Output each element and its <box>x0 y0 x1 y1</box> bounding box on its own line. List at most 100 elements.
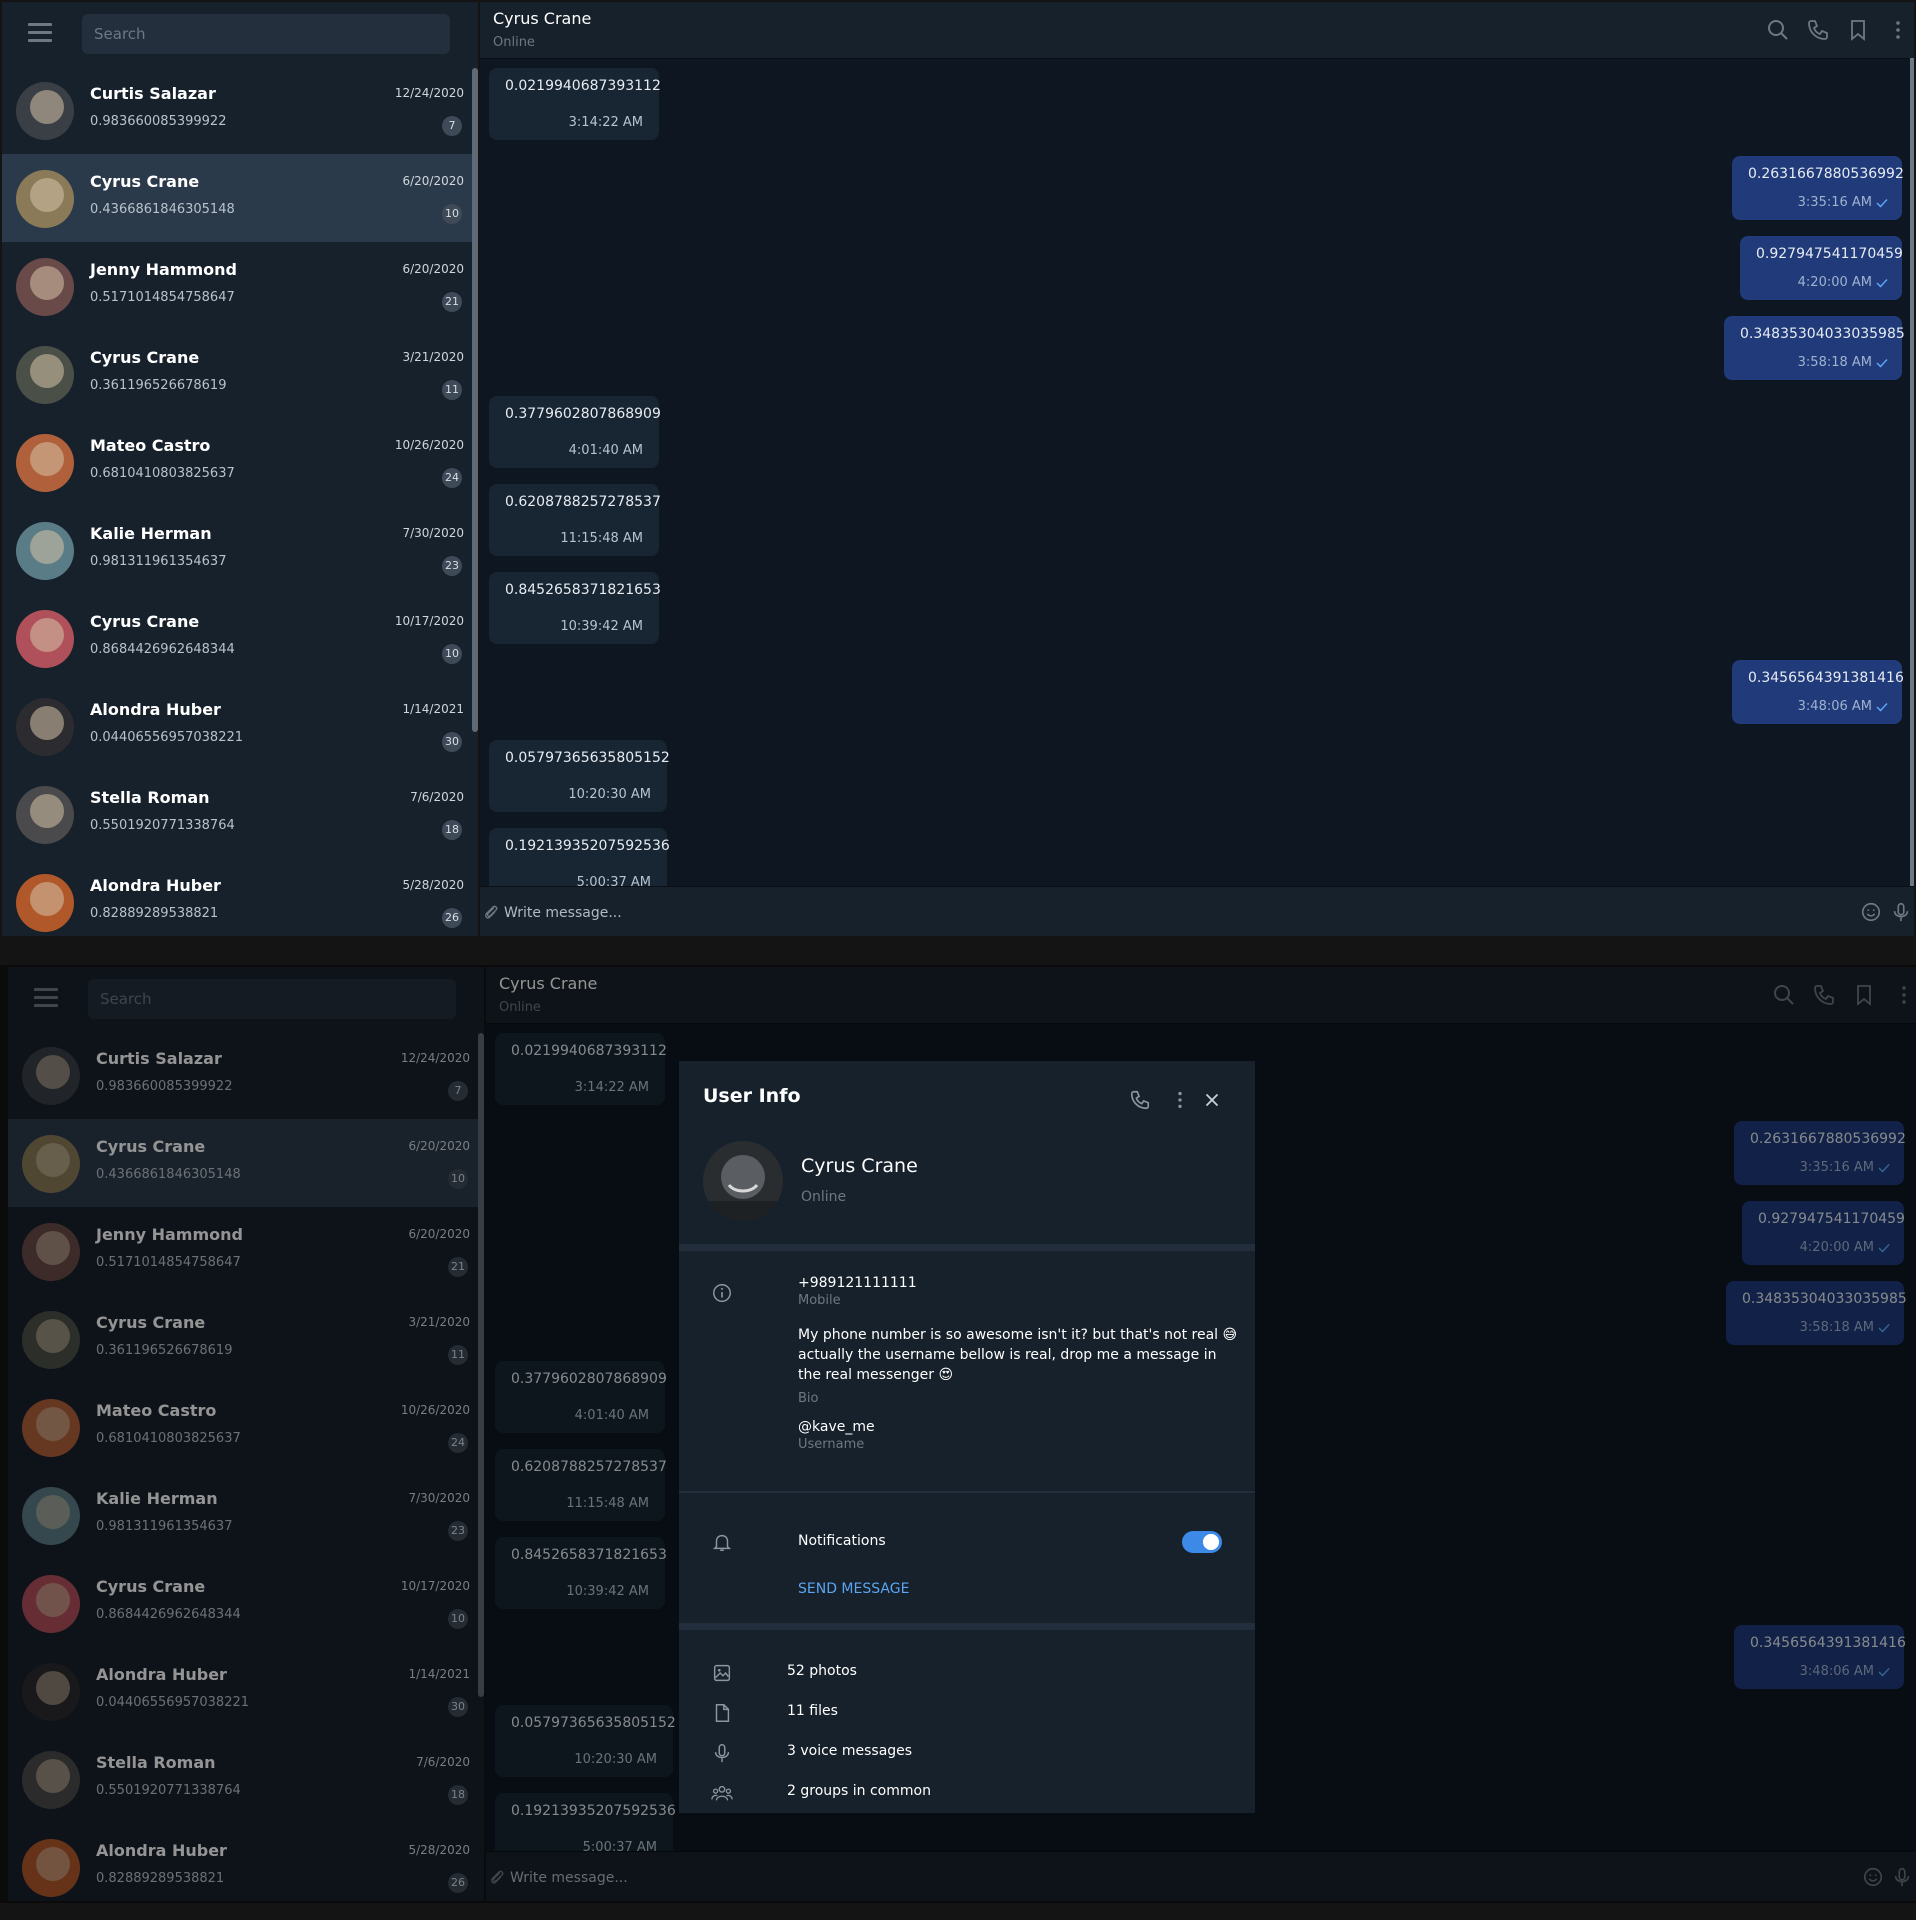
unread-badge: 30 <box>442 732 462 752</box>
incoming-message[interactable]: 0.3779602807868909 4:01:40 AM <box>489 396 661 468</box>
notifications-toggle[interactable] <box>1182 1531 1222 1553</box>
message-time: 4:01:40 AM <box>568 443 643 458</box>
avatar <box>16 170 74 228</box>
outgoing-message[interactable]: 0.2631667880536992 3:35:16 AM <box>1732 156 1904 220</box>
message-text: 0.3779602807868909 <box>505 406 661 422</box>
chat-name: Alondra Huber <box>90 876 221 895</box>
chat-name: Curtis Salazar <box>90 84 216 103</box>
chat-name: Alondra Huber <box>90 700 221 719</box>
emoji-icon[interactable] <box>1860 901 1882 923</box>
chat-last-message: 0.981311961354637 <box>90 554 227 569</box>
chat-list-item[interactable]: Alondra Huber 0.04406556957038221 1/14/202… <box>2 682 472 770</box>
media-groups[interactable]: 2 groups in common <box>787 1783 931 1799</box>
more-vertical-icon[interactable] <box>1169 1089 1191 1111</box>
incoming-message[interactable]: 0.6208788257278537 11:15:48 AM <box>489 484 661 556</box>
chat-name: Jenny Hammond <box>90 260 237 279</box>
message-text: 0.8452658371821653 <box>505 582 661 598</box>
chat-list-item[interactable]: Cyrus Crane 0.8684426962648344 10/17/2020 1… <box>2 594 472 682</box>
photo-icon <box>713 1664 731 1682</box>
unread-badge: 10 <box>442 204 462 224</box>
divider <box>679 1491 1255 1493</box>
message-time: 10:20:30 AM <box>568 787 651 802</box>
avatar <box>16 522 74 580</box>
chat-list-item[interactable]: Alondra Huber 0.82889289538821 5/28/2020 26 <box>2 858 472 936</box>
chat-list-item[interactable]: Kalie Herman 0.981311961354637 7/30/2020 23 <box>2 506 472 594</box>
chat-name: Cyrus Crane <box>90 348 200 367</box>
incoming-message[interactable]: 0.05797365635805152 10:20:30 AM <box>489 740 670 812</box>
media-photos[interactable]: 52 photos <box>787 1663 857 1679</box>
divider <box>679 1623 1255 1630</box>
search-input[interactable] <box>82 14 450 54</box>
chat-list-item[interactable]: Mateo Castro 0.6810410803825637 10/26/2020… <box>2 418 472 506</box>
chat-date: 6/20/2020 <box>402 262 464 276</box>
media-files[interactable]: 11 files <box>787 1703 838 1719</box>
chat-list-item[interactable]: Curtis Salazar 0.983660085399922 12/24/202… <box>2 66 472 154</box>
microphone-icon[interactable] <box>1890 901 1912 923</box>
chat-date: 10/26/2020 <box>394 438 464 452</box>
message-text: 0.3456564391381416 <box>1748 670 1904 686</box>
attach-icon[interactable] <box>482 903 500 921</box>
user-name: Cyrus Crane <box>801 1155 918 1177</box>
chat-name: Stella Roman <box>90 788 210 807</box>
chat-list-item[interactable]: Jenny Hammond 0.5171014854758647 6/20/2020… <box>2 242 472 330</box>
media-voice[interactable]: 3 voice messages <box>787 1743 912 1759</box>
close-icon[interactable] <box>1201 1089 1223 1111</box>
avatar <box>16 82 74 140</box>
message-time: 11:15:48 AM <box>560 531 643 546</box>
screen-user-info: Curtis Salazar0.98366008539992212/24/202… <box>0 965 1916 1903</box>
phone-icon[interactable] <box>1806 18 1830 42</box>
dialog-title: User Info <box>703 1085 801 1107</box>
menu-icon[interactable] <box>28 23 52 43</box>
messages-scrollbar[interactable] <box>1910 58 1914 888</box>
conversation-status: Online <box>493 35 535 50</box>
phone-number[interactable]: +989121111111 <box>798 1273 917 1293</box>
avatar[interactable] <box>703 1141 783 1221</box>
unread-badge: 10 <box>442 644 462 664</box>
incoming-message[interactable]: 0.0219940687393112 3:14:22 AM <box>489 68 661 140</box>
phone-icon[interactable] <box>1129 1089 1151 1111</box>
message-time: 3:14:22 AM <box>568 115 643 130</box>
check-icon <box>1876 278 1888 288</box>
outgoing-message[interactable]: 0.927947541170459 4:20:00 AM <box>1740 236 1903 300</box>
more-vertical-icon[interactable] <box>1886 18 1910 42</box>
unread-badge: 11 <box>442 380 462 400</box>
avatar <box>16 698 74 756</box>
chat-last-message: 0.82889289538821 <box>90 906 219 921</box>
chat-date: 7/6/2020 <box>410 790 464 804</box>
sidebar-scrollbar[interactable] <box>472 68 478 732</box>
message-text: 0.34835304033035985 <box>1740 326 1905 342</box>
chat-date: 6/20/2020 <box>402 174 464 188</box>
unread-badge: 23 <box>442 556 462 576</box>
message-time: 10:39:42 AM <box>560 619 643 634</box>
message-text: 0.927947541170459 <box>1756 246 1903 262</box>
search-icon[interactable] <box>1766 18 1790 42</box>
chat-list-item[interactable]: Stella Roman 0.5501920771338764 7/6/2020 18 <box>2 770 472 858</box>
send-message-button[interactable]: SEND MESSAGE <box>798 1581 909 1597</box>
microphone-icon <box>714 1744 730 1763</box>
file-icon <box>715 1704 730 1722</box>
chat-last-message: 0.5501920771338764 <box>90 818 235 833</box>
chat-list-item[interactable]: Cyrus Crane 0.4366861846305148 6/20/2020 10 <box>2 154 472 242</box>
outgoing-message[interactable]: 0.3456564391381416 3:48:06 AM <box>1732 660 1904 724</box>
conversation-title[interactable]: Cyrus Crane <box>493 9 591 28</box>
avatar <box>16 346 74 404</box>
username[interactable]: @kave_me <box>798 1417 875 1437</box>
message-text: 0.19213935207592536 <box>505 838 670 854</box>
outgoing-message[interactable]: 0.34835304033035985 3:58:18 AM <box>1724 316 1905 380</box>
bio-text: My phone number is so awesome isn't it? … <box>798 1327 1238 1383</box>
user-status: Online <box>801 1189 847 1205</box>
message-text: 0.05797365635805152 <box>505 750 670 766</box>
chat-date: 1/14/2021 <box>402 702 464 716</box>
message-input[interactable] <box>502 899 1786 927</box>
message-time: 4:20:00 AM <box>1797 275 1872 290</box>
incoming-message[interactable]: 0.8452658371821653 10:39:42 AM <box>489 572 661 644</box>
chat-date: 3/21/2020 <box>402 350 464 364</box>
chat-last-message: 0.6810410803825637 <box>90 466 235 481</box>
chat-name: Mateo Castro <box>90 436 211 455</box>
chat-last-message: 0.5171014854758647 <box>90 290 235 305</box>
avatar <box>16 434 74 492</box>
chat-name: Cyrus Crane <box>90 172 200 191</box>
chat-list-item[interactable]: Cyrus Crane 0.361196526678619 3/21/2020 11 <box>2 330 472 418</box>
bookmark-icon[interactable] <box>1846 18 1870 42</box>
sidebar-header <box>2 2 478 66</box>
